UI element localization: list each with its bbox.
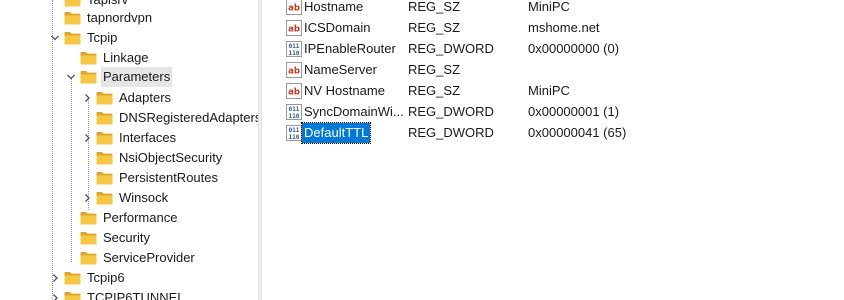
folder-icon xyxy=(96,151,113,165)
chevron-down-icon[interactable] xyxy=(49,28,61,48)
tree-node-label: Linkage xyxy=(103,50,149,65)
value-name: Hostname xyxy=(304,0,364,14)
folder-icon xyxy=(96,131,113,145)
tree-node-dnsregisteredadapters[interactable]: DNSRegisteredAdapters xyxy=(0,108,258,128)
svg-text:ab: ab xyxy=(288,4,300,14)
tree-node-label: DNSRegisteredAdapters xyxy=(119,110,258,125)
folder-icon xyxy=(80,211,97,225)
value-data: 0x00000000 (0) xyxy=(528,41,620,56)
folder-icon xyxy=(96,91,113,105)
svg-text:011: 011 xyxy=(289,127,300,134)
folder-icon xyxy=(96,191,113,205)
binary-value-icon: 011 110 xyxy=(286,41,302,57)
string-value-icon: ab xyxy=(286,62,302,78)
registry-value-row[interactable]: 011 110 DefaultTTL REG_DWORD 0x00000041 (6… xyxy=(262,122,844,144)
registry-value-row[interactable]: 011 110 SyncDomainWi... REG_DWORD 0x000000… xyxy=(262,102,844,122)
chevron-right-icon[interactable] xyxy=(81,88,93,108)
tree-node-nsiobjectsecurity[interactable]: NsiObjectSecurity xyxy=(0,148,258,168)
tree-node-label: Security xyxy=(103,230,150,245)
registry-value-row[interactable]: 011 110 IPEnableRouter REG_DWORD 0x0000000… xyxy=(262,39,844,59)
registry-key-tree[interactable]: Tapisrv tapnordvpn Tcpip Linkage Paramet… xyxy=(0,0,258,300)
value-type: REG_SZ xyxy=(408,20,461,35)
value-data: mshome.net xyxy=(528,20,600,35)
chevron-right-icon[interactable] xyxy=(49,268,61,288)
tree-node-label: Interfaces xyxy=(119,130,177,145)
value-data: 0x00000041 (65) xyxy=(528,125,627,140)
value-data: 0x00000001 (1) xyxy=(528,104,620,119)
tree-node-serviceprovider[interactable]: ServiceProvider xyxy=(0,248,258,268)
registry-value-row[interactable]: ab ICSDomain REG_SZ mshome.net xyxy=(262,18,844,38)
svg-text:ab: ab xyxy=(288,88,300,98)
tree-node-label: Performance xyxy=(103,210,178,225)
tree-node-performance[interactable]: Performance xyxy=(0,208,258,228)
tree-node-label: ServiceProvider xyxy=(103,250,195,265)
tree-node-adapters[interactable]: Adapters xyxy=(0,88,258,108)
chevron-right-icon[interactable] xyxy=(81,128,93,148)
folder-icon xyxy=(64,11,81,25)
binary-value-icon: 011 110 xyxy=(286,125,302,141)
tree-node-tcpip6tunnel[interactable]: TCPIP6TUNNEL xyxy=(0,288,258,300)
tree-node-label: TCPIP6TUNNEL xyxy=(87,290,185,300)
value-name: ICSDomain xyxy=(304,20,371,35)
chevron-right-icon[interactable] xyxy=(81,188,93,208)
value-data: MiniPC xyxy=(528,0,570,14)
value-type: REG_SZ xyxy=(408,0,461,14)
tree-node-label: Winsock xyxy=(119,190,169,205)
tree-node-label: tapnordvpn xyxy=(87,10,153,25)
folder-icon xyxy=(80,251,97,265)
folder-icon xyxy=(64,0,81,7)
tree-node-tapnordvpn[interactable]: tapnordvpn xyxy=(0,8,258,28)
svg-text:110: 110 xyxy=(289,113,300,120)
folder-icon xyxy=(64,291,81,300)
string-value-icon: ab xyxy=(286,20,302,36)
tree-node-winsock[interactable]: Winsock xyxy=(0,188,258,208)
folder-icon xyxy=(64,271,81,285)
tree-node-security[interactable]: Security xyxy=(0,228,258,248)
tree-node-label: Tcpip xyxy=(87,30,118,45)
tree-node-label: Tcpip6 xyxy=(87,270,125,285)
value-name: NV Hostname xyxy=(304,83,385,98)
value-type: REG_SZ xyxy=(408,62,461,77)
registry-value-row[interactable]: ab NV Hostname REG_SZ MiniPC xyxy=(262,81,844,101)
tree-node-parameters[interactable]: Parameters xyxy=(0,67,258,87)
tree-node-label: Adapters xyxy=(119,90,172,105)
tree-node-label: NsiObjectSecurity xyxy=(119,150,223,165)
value-data: MiniPC xyxy=(528,83,570,98)
chevron-down-icon[interactable] xyxy=(65,67,77,87)
tree-node-tcpip6[interactable]: Tcpip6 xyxy=(0,268,258,288)
svg-text:ab: ab xyxy=(288,25,300,35)
value-name: NameServer xyxy=(304,62,377,77)
value-type: REG_SZ xyxy=(408,83,461,98)
value-type: REG_DWORD xyxy=(408,125,494,140)
folder-icon xyxy=(96,171,113,185)
tree-node-label: PersistentRoutes xyxy=(119,170,218,185)
svg-text:011: 011 xyxy=(289,106,300,113)
value-name: IPEnableRouter xyxy=(304,41,396,56)
tree-node-label: Parameters xyxy=(101,67,173,87)
folder-icon xyxy=(80,51,97,65)
svg-text:ab: ab xyxy=(288,67,300,77)
value-name: DefaultTTL xyxy=(300,122,372,144)
folder-icon xyxy=(96,111,113,125)
registry-values-list[interactable]: ab Hostname REG_SZ MiniPC ab ICSDomain REG_… xyxy=(262,0,844,300)
registry-value-row[interactable]: ab Hostname REG_SZ MiniPC xyxy=(262,0,844,17)
svg-text:110: 110 xyxy=(289,134,300,141)
binary-value-icon: 011 110 xyxy=(286,104,302,120)
string-value-icon: ab xyxy=(286,0,302,15)
registry-value-row[interactable]: ab NameServer REG_SZ xyxy=(262,60,844,80)
value-name: SyncDomainWi... xyxy=(304,104,404,119)
tree-node-persistentroutes[interactable]: PersistentRoutes xyxy=(0,168,258,188)
folder-icon xyxy=(80,231,97,245)
chevron-right-icon[interactable] xyxy=(49,288,61,300)
tree-node-tcpip[interactable]: Tcpip xyxy=(0,28,258,48)
folder-icon xyxy=(64,31,81,45)
value-type: REG_DWORD xyxy=(408,104,494,119)
svg-text:011: 011 xyxy=(289,43,300,50)
folder-icon xyxy=(80,70,97,84)
tree-node-linkage[interactable]: Linkage xyxy=(0,48,258,68)
tree-node-interfaces[interactable]: Interfaces xyxy=(0,128,258,148)
svg-text:110: 110 xyxy=(289,50,300,57)
string-value-icon: ab xyxy=(286,83,302,99)
value-type: REG_DWORD xyxy=(408,41,494,56)
